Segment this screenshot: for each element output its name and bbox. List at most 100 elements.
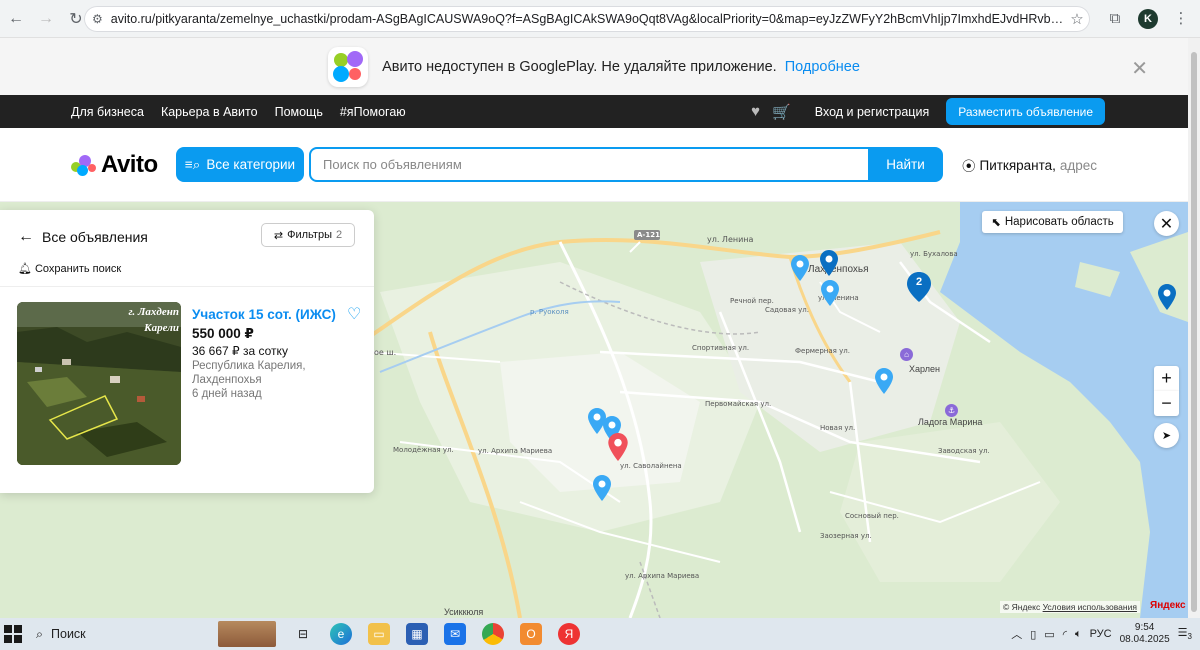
favorites-heart-icon[interactable]: ♥ xyxy=(751,103,760,120)
filters-button[interactable]: ⇄ Фильтры 2 xyxy=(261,223,355,247)
listing-town: Лахденпохья xyxy=(192,374,262,386)
filters-count: 2 xyxy=(335,229,343,241)
edge-icon[interactable]: e xyxy=(330,623,352,645)
wifi-icon[interactable]: ◜ xyxy=(1063,628,1067,641)
street-label-rechnoy: Речной пер. xyxy=(730,297,774,305)
search-input[interactable]: Поиск по объявлениям xyxy=(309,147,870,182)
search-highlight-image[interactable] xyxy=(218,621,276,647)
scrollbar-thumb[interactable] xyxy=(1191,52,1197,612)
mail-icon[interactable]: ✉ xyxy=(444,623,466,645)
listing-title[interactable]: Участок 15 сот. (ИЖС) xyxy=(192,307,336,322)
nav-link-business[interactable]: Для бизнеса xyxy=(71,105,144,119)
save-search-label: Сохранить поиск xyxy=(34,262,122,275)
save-search-icon: 🔔︎ xyxy=(18,263,32,275)
street-label-arkhipa-2: ул. Архипа Мариева xyxy=(625,572,700,580)
poi-marina-icon[interactable]: ⚓ xyxy=(945,404,958,417)
street-label-savolaynen: ул. Саволайнена xyxy=(620,462,682,470)
url-text[interactable]: avito.ru/pitkyaranta/zemelnye_uchastki/p… xyxy=(111,12,1064,26)
banner-text: Авито недоступен в GooglePlay. Не удаляй… xyxy=(382,58,777,75)
yandex-logo[interactable]: Яндекс xyxy=(1150,600,1186,611)
poi-label-ladoga: Ладога Марина xyxy=(918,417,983,427)
clock[interactable]: 9:54 08.04.2025 xyxy=(1120,622,1170,646)
location-address: адрес xyxy=(1059,157,1098,173)
nav-link-career[interactable]: Карьера в Авито xyxy=(161,105,258,119)
poi-hotel-icon[interactable]: ⌂ xyxy=(900,348,913,361)
listing-photo[interactable]: г. Лахденп Карели xyxy=(17,302,181,465)
notifications-icon[interactable]: ☰3 xyxy=(1178,626,1192,641)
login-link[interactable]: Вход и регистрация xyxy=(815,105,929,119)
avito-app-icon xyxy=(328,46,369,87)
file-explorer-icon[interactable]: ▭ xyxy=(368,623,390,645)
draw-area-button[interactable]: ⬉ Нарисовать область xyxy=(982,211,1123,233)
page-scrollbar[interactable] xyxy=(1188,38,1200,618)
poi-label-harlen: Харлен xyxy=(909,364,940,374)
street-label-molodezhnaya: Молодёжная ул. xyxy=(393,446,454,454)
map-cluster-pin[interactable]: 2 xyxy=(907,272,931,302)
map-pin-icon[interactable] xyxy=(593,475,611,501)
road-shield-a121: А-121 xyxy=(637,231,660,239)
back-arrow-icon[interactable]: ← xyxy=(2,5,30,33)
back-label: Все объявления xyxy=(42,229,148,245)
taskbar-search[interactable]: ⌕ Поиск xyxy=(36,622,196,646)
zoom-in-button[interactable]: + xyxy=(1154,366,1179,391)
extensions-icon[interactable]: ⧉ xyxy=(1106,10,1124,28)
street-label-fermernaya: Фермерная ул. xyxy=(795,347,850,355)
street-label-sosnovy: Сосновый пер. xyxy=(845,512,899,520)
close-icon[interactable]: ✕ xyxy=(1131,56,1148,81)
chrome-icon[interactable] xyxy=(482,623,504,645)
filters-label: Фильтры xyxy=(287,229,332,241)
save-search-link[interactable]: 🔔︎ Сохранить поиск xyxy=(18,262,122,276)
map-pin-icon[interactable] xyxy=(820,250,838,276)
top-nav: Для бизнеса Карьера в Авито Помощь #яПом… xyxy=(0,95,1188,128)
windows-taskbar: ⌕ Поиск ⊟ e ▭ ▦ ✉ O Я ︿ ▯ ▭ ◜ 🔈︎ РУС 9:5… xyxy=(0,618,1200,650)
battery-icon[interactable]: ▭ xyxy=(1044,628,1054,641)
profile-avatar[interactable]: K xyxy=(1138,9,1158,29)
banner-more-link[interactable]: Подробнее xyxy=(785,59,860,75)
listing-price-per-unit: 36 667 ₽ за сотку xyxy=(192,344,288,358)
chevron-up-icon[interactable]: ︿ xyxy=(1011,626,1022,642)
taskbar-search-label: Поиск xyxy=(51,627,86,641)
phone-link-icon[interactable]: ▯ xyxy=(1030,628,1036,641)
bookmark-star-icon[interactable]: ☆ xyxy=(1064,10,1090,28)
listing-price: 550 000 ₽ xyxy=(192,326,254,341)
language-indicator[interactable]: РУС xyxy=(1090,628,1112,640)
village-label-usikkula: Усиккюля xyxy=(444,607,484,617)
nav-link-help[interactable]: Помощь xyxy=(275,105,323,119)
zoom-out-button[interactable]: − xyxy=(1154,391,1179,416)
search-icon: ⌕ xyxy=(36,626,44,641)
map-pin-icon[interactable] xyxy=(821,280,839,306)
selected-map-pin-icon[interactable] xyxy=(608,433,628,461)
road-label-sh: ое ш. xyxy=(374,348,397,357)
task-view-icon[interactable]: ⊟ xyxy=(292,623,314,645)
post-ad-button[interactable]: Разместить объявление xyxy=(946,98,1105,125)
notifications-count: 3 xyxy=(1187,632,1192,642)
avito-logo[interactable]: Avito xyxy=(71,151,158,179)
office-icon[interactable]: O xyxy=(520,623,542,645)
windows-start-icon[interactable] xyxy=(4,625,22,643)
menu-dots-icon[interactable]: ⋮ xyxy=(1172,10,1190,28)
draw-area-label: Нарисовать область xyxy=(1004,216,1114,228)
search-button[interactable]: Найти xyxy=(868,147,943,182)
store-icon[interactable]: ▦ xyxy=(406,623,428,645)
location-selector[interactable]: ⦿ Питкяранта, адрес xyxy=(962,155,1097,175)
address-bar[interactable]: ⚙ avito.ru/pitkyaranta/zemelnye_uchastki… xyxy=(84,6,1090,32)
search-header: Avito ≡⌕ Все категории Поиск по объявлен… xyxy=(0,128,1188,202)
map-pin-icon[interactable] xyxy=(791,255,809,281)
nav-link-help-tag[interactable]: #яПомогаю xyxy=(340,105,406,119)
logo-dots-icon xyxy=(71,153,97,177)
volume-icon[interactable]: 🔈︎ xyxy=(1075,628,1082,641)
close-map-icon[interactable]: ✕ xyxy=(1154,211,1179,236)
terms-link[interactable]: Условия использования xyxy=(1043,602,1137,612)
street-label-pervomayskaya: Первомайская ул. xyxy=(705,400,772,408)
cart-icon[interactable]: 🛒 xyxy=(772,103,791,121)
yandex-browser-icon[interactable]: Я xyxy=(558,623,580,645)
site-info-icon[interactable]: ⚙ xyxy=(92,12,103,26)
favorite-heart-icon[interactable]: ♡ xyxy=(347,304,361,324)
geolocate-icon[interactable]: ➤ xyxy=(1154,423,1179,448)
all-categories-button[interactable]: ≡⌕ Все категории xyxy=(176,147,304,182)
map-pin-icon[interactable] xyxy=(1158,284,1176,310)
street-label-sportivnaya: Спортивная ул. xyxy=(692,344,750,352)
all-ads-back-link[interactable]: ← Все объявления xyxy=(18,228,148,246)
forward-arrow-icon[interactable]: → xyxy=(32,5,60,33)
map-pin-icon[interactable] xyxy=(875,368,893,394)
